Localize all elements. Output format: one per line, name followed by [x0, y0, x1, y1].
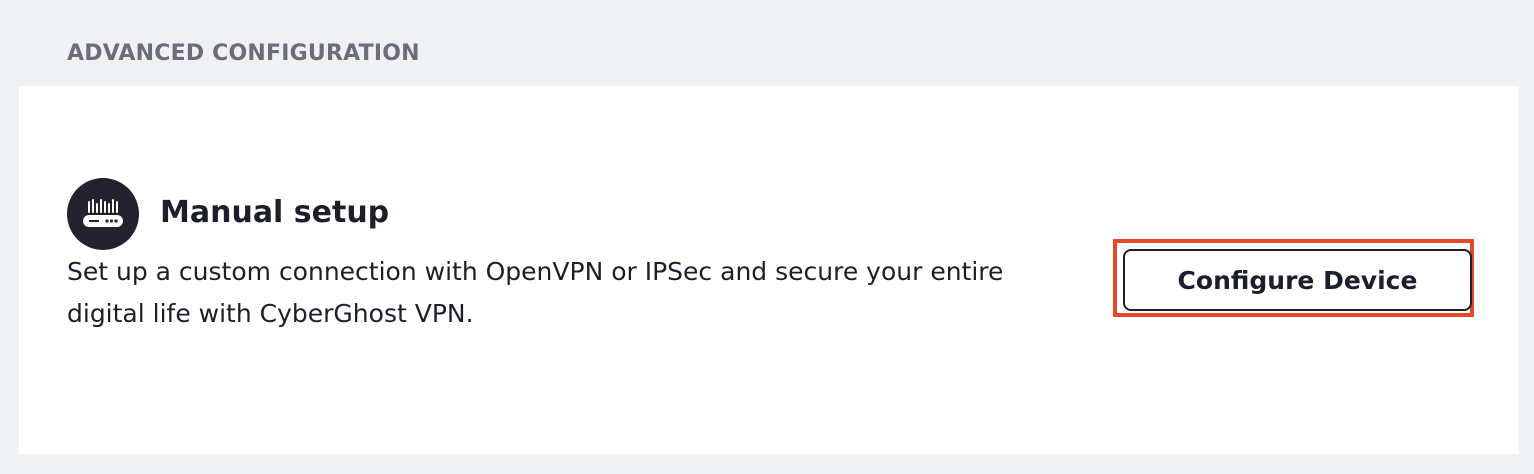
- router-icon: [67, 178, 139, 250]
- configure-device-button[interactable]: Configure Device: [1123, 249, 1472, 311]
- setup-description: Set up a custom connection with OpenVPN …: [67, 257, 1004, 328]
- manual-setup-card: Manual setup Set up a custom connection …: [19, 86, 1519, 454]
- setup-title: Manual setup: [160, 195, 390, 230]
- section-header: ADVANCED CONFIGURATION: [67, 41, 420, 66]
